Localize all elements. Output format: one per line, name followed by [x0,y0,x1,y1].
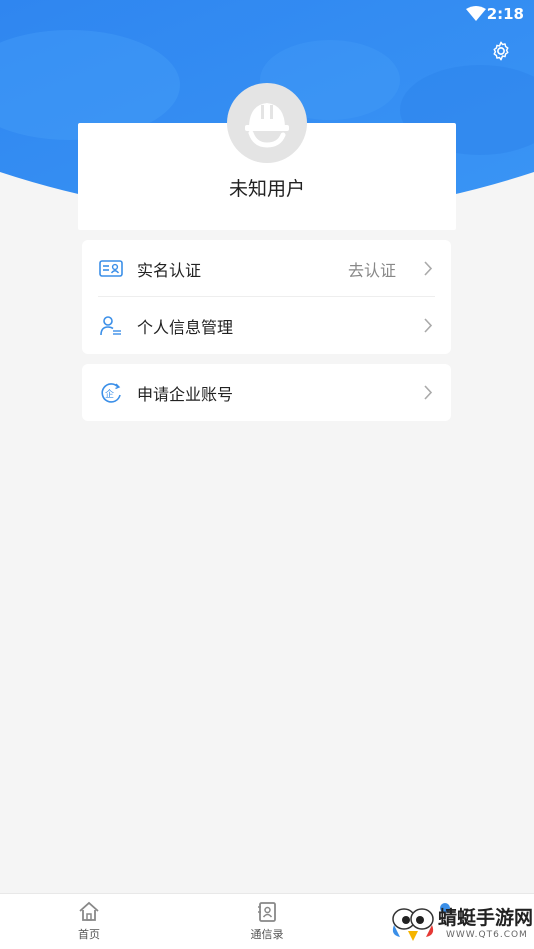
dragonfly-mascot-icon [392,908,434,941]
watermark-text: 蜻蜓手游网 [438,907,534,929]
chevron-right-icon [424,385,433,400]
status-time: 2:18 [486,5,524,23]
menu-item-apply-enterprise[interactable]: 企 申请企业账号 [82,364,451,421]
menu-item-personal-info[interactable]: 个人信息管理 [82,297,451,354]
watermark-logo: 蜻蜓手游网 WWW.QT6.COM [390,899,534,945]
menu-label: 实名认证 [137,260,202,280]
menu-label: 申请企业账号 [137,384,234,404]
tab-home[interactable]: 首页 [49,900,129,942]
menu-value: 去认证 [347,260,396,280]
tab-label: 通信录 [250,928,284,941]
enterprise-icon: 企 [101,383,121,403]
chevron-right-icon [424,261,433,276]
tab-label: 首页 [78,928,100,941]
menu-label: 个人信息管理 [137,317,234,337]
account-menu-card: 实名认证 去认证 个人信息管理 [82,240,451,354]
wifi-icon [466,6,486,21]
menu-item-real-name-verification[interactable]: 实名认证 去认证 [82,240,451,297]
chevron-right-icon [424,318,433,333]
enterprise-menu-card: 企 申请企业账号 [82,364,451,421]
username: 未知用户 [228,178,305,200]
id-card-icon [99,260,123,277]
home-icon [79,901,99,921]
user-list-icon [100,316,121,336]
contacts-icon [258,902,276,922]
status-bar: 2:18 [0,0,534,28]
watermark-url: WWW.QT6.COM [446,930,528,940]
avatar[interactable] [227,83,307,163]
settings-gear-icon[interactable] [490,40,512,62]
tab-contacts[interactable]: 通信录 [227,900,307,942]
svg-text:企: 企 [105,388,114,400]
helmet-icon [245,103,289,148]
